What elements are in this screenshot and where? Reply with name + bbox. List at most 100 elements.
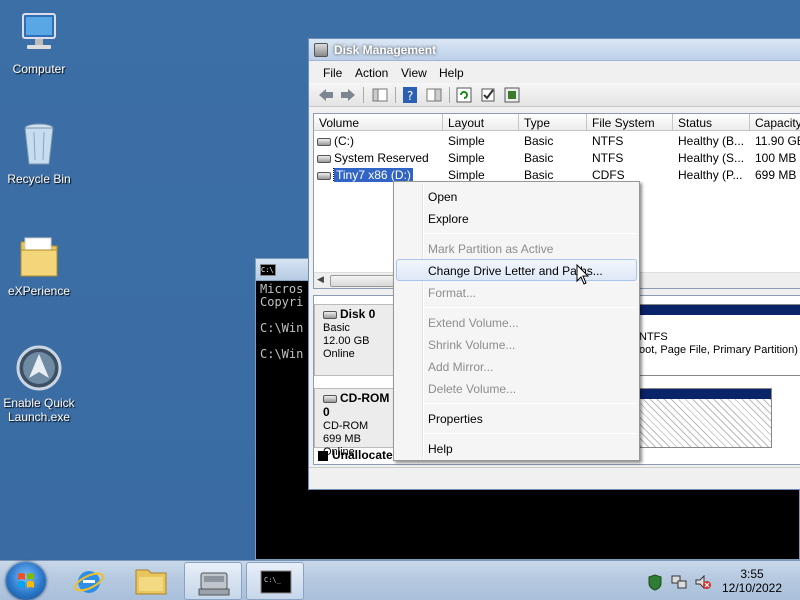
partition-band bbox=[635, 389, 771, 399]
settings-icon[interactable] bbox=[503, 86, 521, 104]
taskbar-windows-explorer[interactable] bbox=[122, 562, 180, 600]
cell-type: Basic bbox=[524, 134, 554, 148]
cell-layout: Simple bbox=[448, 168, 485, 182]
toolbar-separator bbox=[363, 87, 364, 103]
disk-management-icon bbox=[198, 572, 230, 596]
cell-type: Basic bbox=[524, 151, 554, 165]
check-icon[interactable] bbox=[479, 86, 497, 104]
menu-item-explore[interactable]: Explore bbox=[396, 207, 637, 229]
start-button[interactable] bbox=[6, 562, 46, 600]
cell-volume: Tiny7 x86 (D:) bbox=[333, 168, 413, 182]
cell-layout: Simple bbox=[448, 151, 485, 165]
menu-view[interactable]: View bbox=[401, 66, 427, 80]
window-title: Disk Management bbox=[334, 43, 437, 57]
back-arrow-icon[interactable] bbox=[317, 86, 335, 104]
toolbar-separator bbox=[395, 87, 396, 103]
volume-muted-icon[interactable] bbox=[694, 573, 712, 591]
table-row[interactable]: (C:) Simple Basic NTFS Healthy (B... 11.… bbox=[314, 132, 800, 149]
cd-drive-icon bbox=[323, 395, 337, 404]
console-line: Copyri bbox=[260, 295, 304, 309]
column-header-volume[interactable]: Volume bbox=[314, 114, 443, 131]
console-tree-icon[interactable] bbox=[371, 86, 389, 104]
command-prompt-icon: C:\_ bbox=[260, 570, 292, 594]
taskbar-command-prompt[interactable]: C:\_ bbox=[246, 562, 304, 600]
menu-item-help[interactable]: Help bbox=[396, 437, 637, 459]
menu-separator bbox=[424, 433, 637, 434]
disk-type: CD-ROM bbox=[323, 420, 369, 432]
cell-capacity: 699 MB bbox=[755, 168, 797, 182]
folder-icon bbox=[15, 232, 63, 280]
recycle-bin-icon bbox=[15, 120, 63, 168]
taskbar-disk-management[interactable] bbox=[184, 562, 242, 600]
console-line: Micros bbox=[260, 282, 304, 296]
toolbar: ? bbox=[309, 83, 800, 107]
disk-size: 699 MB bbox=[323, 433, 361, 445]
cell-status: Healthy (P... bbox=[678, 168, 743, 182]
desktop-icon-recycle-bin[interactable]: Recycle Bin bbox=[0, 120, 78, 186]
menu-item-format: Format... bbox=[428, 286, 477, 300]
menu-item-shrink-volume: Shrink Volume... bbox=[428, 338, 516, 352]
menu-help[interactable]: Help bbox=[439, 66, 464, 80]
cell-status: Healthy (S... bbox=[678, 151, 745, 165]
menu-file[interactable]: File bbox=[323, 66, 342, 80]
cell-file-system: CDFS bbox=[592, 168, 625, 182]
action-center-icon[interactable] bbox=[646, 573, 664, 591]
disk-management-titlebar[interactable]: Disk Management bbox=[309, 39, 800, 61]
table-row[interactable]: System Reserved Simple Basic NTFS Health… bbox=[314, 149, 800, 166]
column-header-file-system[interactable]: File System bbox=[587, 114, 673, 131]
disk-state: Online bbox=[323, 348, 355, 360]
refresh-icon[interactable] bbox=[455, 86, 473, 104]
menu-item-properties[interactable]: Properties bbox=[396, 407, 637, 429]
menu-action[interactable]: Action bbox=[355, 66, 388, 80]
disk-name: Disk 0 bbox=[340, 307, 376, 321]
cell-file-system: NTFS bbox=[592, 151, 624, 165]
cd-drive-icon bbox=[317, 171, 331, 180]
computer-icon bbox=[15, 10, 63, 58]
menu-item-delete-volume: Delete Volume... bbox=[428, 382, 517, 396]
desktop-icon-label: Computer bbox=[12, 62, 66, 76]
unallocated-swatch bbox=[318, 450, 328, 461]
disk-0-partition[interactable]: NTFS oot, Page File, Primary Partition) bbox=[634, 304, 800, 376]
legend-unallocated: Unallocated bbox=[318, 448, 400, 462]
cell-capacity: 100 MB bbox=[755, 151, 797, 165]
disk-0-label[interactable]: Disk 0 Basic 12.00 GB Online bbox=[314, 304, 400, 376]
disk-management-icon bbox=[314, 43, 328, 57]
column-header-type[interactable]: Type bbox=[519, 114, 587, 131]
cell-volume: System Reserved bbox=[334, 151, 429, 165]
menu-item-change-drive-letter[interactable]: Change Drive Letter and Paths... bbox=[396, 259, 637, 281]
help-icon[interactable]: ? bbox=[401, 86, 419, 104]
column-header-status[interactable]: Status bbox=[673, 114, 750, 131]
desktop-icon-enable-quick-launch[interactable]: Enable Quick Launch.exe bbox=[0, 344, 78, 424]
desktop-icon-experience[interactable]: eXPerience bbox=[0, 232, 78, 298]
properties-pane-icon[interactable] bbox=[425, 86, 443, 104]
toolbar-separator bbox=[449, 87, 450, 103]
partition-file-system: NTFS bbox=[639, 331, 668, 343]
context-menu: Open Explore Mark Partition as Active Ch… bbox=[393, 181, 640, 461]
partition-band bbox=[635, 305, 800, 315]
clock-date: 12/10/2022 bbox=[721, 581, 783, 595]
menu-separator bbox=[424, 233, 637, 234]
cdrom-0-partition[interactable] bbox=[634, 388, 772, 448]
cell-file-system: NTFS bbox=[592, 134, 624, 148]
desktop-icon-computer[interactable]: Computer bbox=[0, 10, 78, 76]
menu-item-extend-volume: Extend Volume... bbox=[428, 316, 519, 330]
menu-item-mark-active: Mark Partition as Active bbox=[428, 242, 554, 256]
internet-explorer-icon bbox=[74, 571, 104, 593]
console-line: C:\Win bbox=[260, 321, 304, 335]
forward-arrow-icon[interactable] bbox=[339, 86, 357, 104]
network-icon[interactable] bbox=[670, 573, 688, 591]
menu-item-open[interactable]: Open bbox=[396, 185, 637, 207]
disk-type: Basic bbox=[323, 322, 350, 334]
column-header-layout[interactable]: Layout bbox=[443, 114, 519, 131]
disk-size: 12.00 GB bbox=[323, 335, 370, 347]
mouse-cursor-icon bbox=[576, 263, 590, 286]
cell-type: Basic bbox=[524, 168, 554, 182]
taskbar-internet-explorer[interactable] bbox=[60, 562, 118, 600]
desktop-icon-label: eXPerience bbox=[7, 284, 71, 298]
cdrom-0-label[interactable]: CD-ROM 0 CD-ROM 699 MB Online bbox=[314, 388, 400, 458]
system-clock[interactable]: 3:55 12/10/2022 bbox=[712, 567, 792, 595]
desktop-icon-label: Enable Quick Launch.exe bbox=[3, 396, 75, 424]
column-header-capacity[interactable]: Capacity bbox=[750, 114, 800, 131]
quick-launch-icon bbox=[15, 344, 63, 392]
scroll-left-icon[interactable]: ◀ bbox=[317, 275, 324, 285]
